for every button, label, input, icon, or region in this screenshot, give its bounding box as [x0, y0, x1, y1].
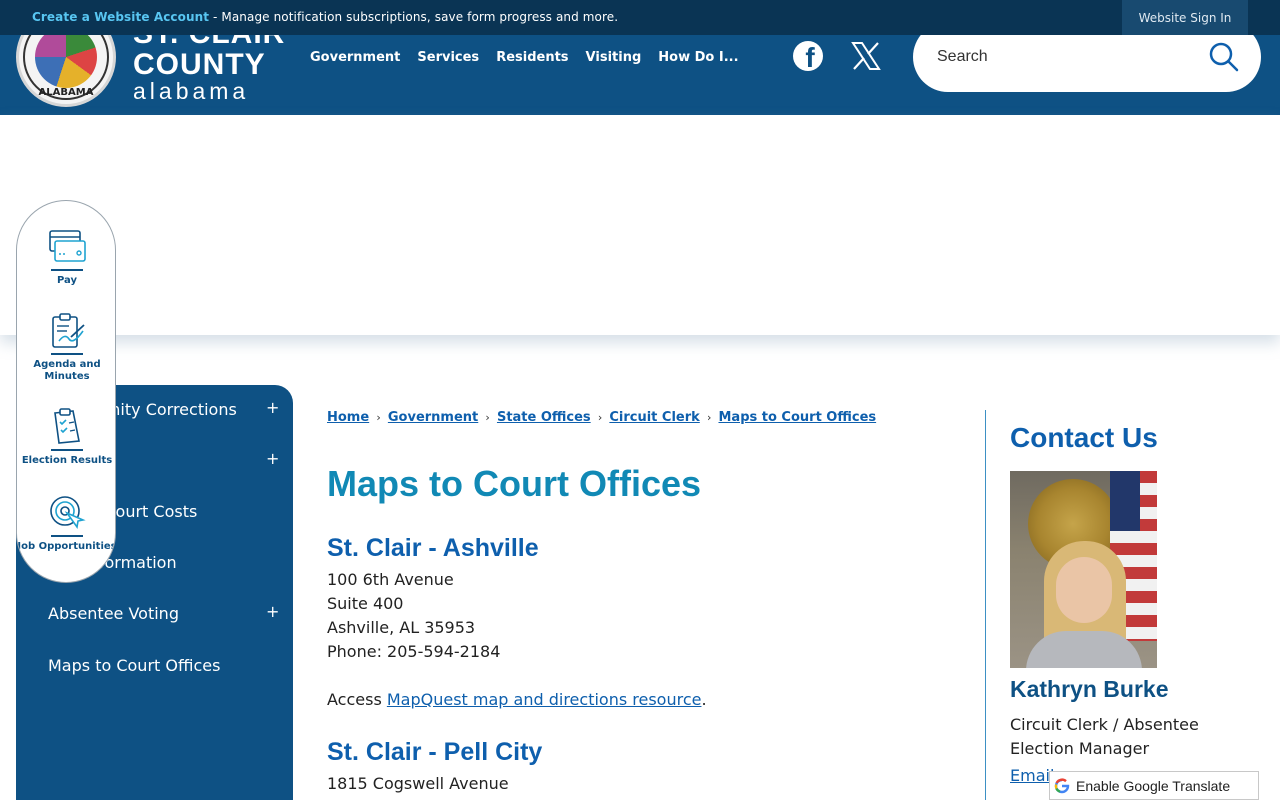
- search-input[interactable]: [937, 44, 1197, 70]
- breadcrumb-separator: ›: [485, 411, 490, 424]
- quick-link-label: Election Results: [21, 455, 113, 466]
- office-phone: Phone: 205-594-2184: [327, 642, 501, 661]
- search-box: [913, 35, 1261, 92]
- quick-link-election-results[interactable]: Election Results: [17, 407, 115, 467]
- contact-email-link[interactable]: Email: [1010, 766, 1054, 785]
- breadcrumb: Home › Government › State Offices › Circ…: [327, 410, 876, 425]
- quick-link-underline: [51, 353, 83, 355]
- office-address-line1: 100 6th Avenue: [327, 570, 454, 589]
- contact-photo: [1010, 471, 1157, 668]
- page-title: Maps to Court Offices: [327, 463, 702, 504]
- expand-plus-icon[interactable]: +: [266, 449, 279, 468]
- create-account-link[interactable]: Create a Website Account: [32, 10, 209, 24]
- contact-name: Kathryn Burke: [1010, 676, 1169, 702]
- account-message: Create a Website Account - Manage notifi…: [32, 10, 618, 24]
- nav-services[interactable]: Services: [417, 50, 479, 66]
- page-banner: [0, 115, 1280, 335]
- quick-link-underline: [51, 535, 83, 537]
- expand-plus-icon[interactable]: +: [266, 398, 279, 417]
- content-divider: [985, 410, 986, 800]
- quick-link-underline: [51, 449, 83, 451]
- county-wordmark[interactable]: ST. CLAIR COUNTY alabama: [133, 35, 285, 104]
- x-twitter-icon[interactable]: [850, 40, 882, 72]
- quick-link-underline: [51, 269, 83, 271]
- office-city-line: Ashville, AL 35953: [327, 618, 476, 637]
- quick-link-job-opportunities[interactable]: Job Opportunities: [17, 493, 116, 553]
- contact-title: Circuit Clerk / Absentee Election Manage…: [1010, 715, 1199, 758]
- nav-how-do-i[interactable]: How Do I...: [658, 50, 738, 66]
- breadcrumb-government[interactable]: Government: [388, 410, 478, 425]
- quick-link-pay[interactable]: Pay: [17, 227, 115, 287]
- clipboard-sign-icon: [52, 313, 85, 348]
- breadcrumb-circuit-clerk[interactable]: Circuit Clerk: [609, 410, 699, 425]
- wordmark-line3: alabama: [133, 78, 250, 104]
- wordmark-line1: ST. CLAIR: [133, 35, 285, 49]
- translate-label: Enable Google Translate: [1076, 777, 1231, 794]
- nav-government[interactable]: Government: [310, 50, 400, 66]
- county-seal-logo[interactable]: ALABAMA: [16, 35, 116, 107]
- nav-visiting[interactable]: Visiting: [586, 50, 642, 66]
- quick-link-label: Agenda and Minutes: [33, 359, 101, 382]
- notification-bar: Create a Website Account - Manage notifi…: [0, 0, 1280, 35]
- quick-link-label: Pay: [56, 275, 78, 286]
- office-address-line1: 1815 Cogswell Avenue: [327, 774, 509, 793]
- ballot-checklist-icon: [54, 408, 80, 444]
- access-suffix: .: [701, 690, 707, 709]
- wordmark-line2: COUNTY: [133, 48, 266, 81]
- facebook-icon[interactable]: f: [793, 41, 823, 71]
- quick-links-panel: Pay Agenda and Minutes Election Results: [16, 200, 116, 583]
- breadcrumb-separator: ›: [376, 411, 381, 424]
- sidebar-item-absentee-voting[interactable]: Absentee Voting +: [16, 594, 293, 634]
- breadcrumb-separator: ›: [597, 411, 603, 424]
- mapquest-link[interactable]: MapQuest map and directions resource: [387, 690, 702, 709]
- main-nav: Government Services Residents Visiting H…: [310, 50, 756, 66]
- breadcrumb-home[interactable]: Home: [327, 410, 369, 425]
- office-heading-pell-city: St. Clair - Pell City: [327, 738, 543, 766]
- seal-text: ALABAMA: [38, 87, 94, 98]
- google-g-icon: [1054, 777, 1070, 794]
- office-access-line: Access MapQuest map and directions resou…: [327, 690, 707, 709]
- quick-link-label: Job Opportunities: [17, 541, 116, 552]
- google-translate-button[interactable]: Enable Google Translate: [1049, 771, 1259, 800]
- site-header: ALABAMA ST. CLAIR COUNTY alabama Governm…: [0, 35, 1280, 115]
- quick-link-agenda-minutes[interactable]: Agenda and Minutes: [17, 311, 115, 383]
- expand-plus-icon[interactable]: +: [266, 602, 279, 621]
- credit-card-icon: [49, 230, 86, 262]
- sidebar-item-label: Absentee Voting: [48, 604, 179, 623]
- website-sign-in-button[interactable]: Website Sign In: [1122, 0, 1248, 35]
- account-message-text: - Manage notification subscriptions, sav…: [209, 10, 619, 24]
- office-heading-ashville: St. Clair - Ashville: [327, 534, 539, 562]
- access-prefix: Access: [327, 690, 387, 709]
- search-icon[interactable]: [1209, 42, 1239, 72]
- breadcrumb-separator: ›: [706, 411, 712, 424]
- sidebar-item-maps-to-court-offices[interactable]: Maps to Court Offices: [16, 646, 293, 686]
- sidebar-item-label: Maps to Court Offices: [48, 656, 221, 675]
- nav-residents[interactable]: Residents: [496, 50, 568, 66]
- photo-face: [1056, 557, 1112, 623]
- target-cursor-icon: [50, 496, 86, 530]
- photo-flag-stars: [1110, 471, 1140, 531]
- contact-heading: Contact Us: [1010, 422, 1158, 453]
- office-address-line2: Suite 400: [327, 594, 404, 613]
- breadcrumb-maps-to-court-offices[interactable]: Maps to Court Offices: [718, 410, 876, 425]
- breadcrumb-state-offices[interactable]: State Offices: [497, 410, 591, 425]
